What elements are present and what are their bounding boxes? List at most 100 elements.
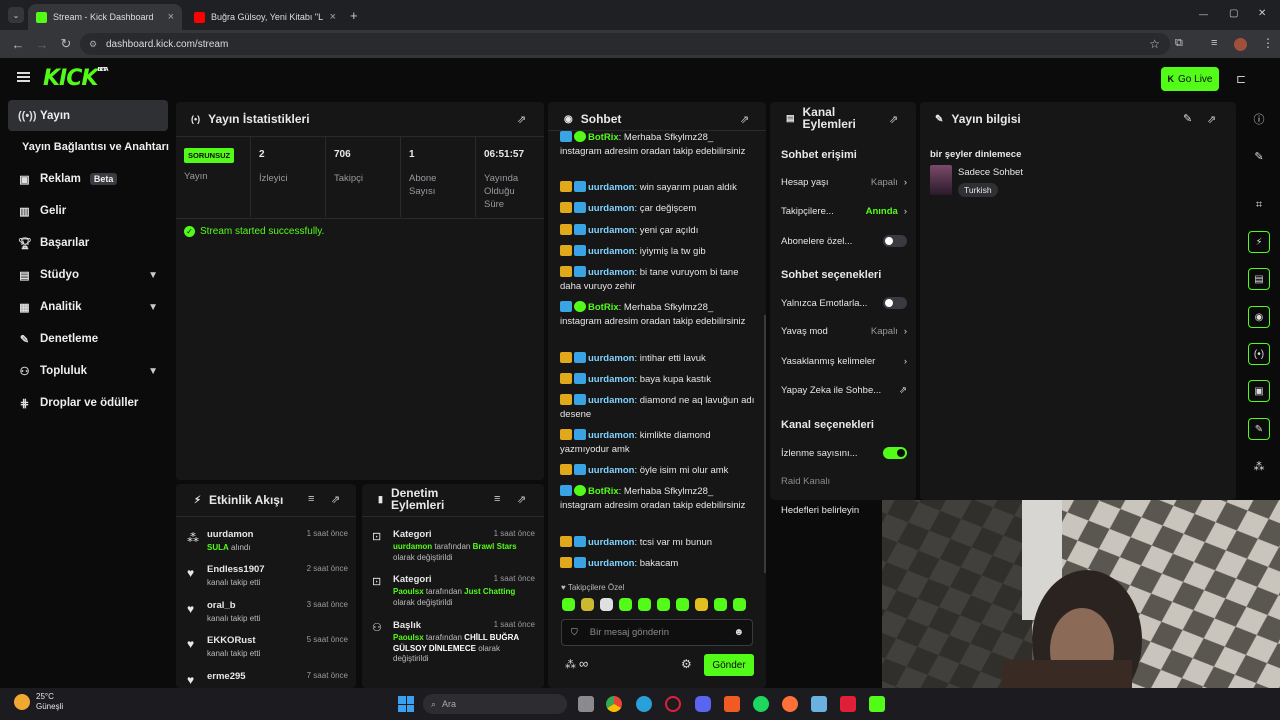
sidebar-item-denetleme[interactable]: ✎ Denetleme bbox=[8, 324, 168, 354]
emotes-only-option[interactable]: Yalnızca Emotlarla... bbox=[781, 297, 907, 309]
emoji-icon[interactable]: ☻ bbox=[733, 627, 744, 638]
popout-icon[interactable]: ⇗ bbox=[331, 493, 340, 506]
app-icon[interactable] bbox=[840, 696, 856, 712]
minimize-button[interactable]: — bbox=[1199, 9, 1208, 19]
app-icon[interactable] bbox=[869, 696, 885, 712]
user-menu-icon[interactable]: ⊏ bbox=[1236, 72, 1246, 86]
close-tab-icon[interactable]: × bbox=[330, 11, 336, 23]
drops-icon[interactable]: ⁂ bbox=[565, 658, 576, 671]
subscribers-only-option[interactable]: Abonelere özel... bbox=[781, 235, 907, 247]
chat-username[interactable]: uurdamon bbox=[588, 225, 634, 236]
chat-username[interactable]: uurdamon bbox=[588, 182, 634, 193]
chat-username[interactable]: BotRix bbox=[588, 132, 619, 143]
forward-icon[interactable]: → bbox=[30, 37, 54, 52]
bookmark-star-icon[interactable]: ☆ bbox=[1149, 37, 1160, 51]
layout-icon[interactable]: ▣ bbox=[1248, 380, 1270, 402]
emote-icon[interactable] bbox=[695, 598, 708, 611]
popout-icon[interactable]: ⇗ bbox=[517, 493, 526, 506]
emote-icon[interactable] bbox=[638, 598, 651, 611]
chat-username[interactable]: uurdamon bbox=[588, 374, 634, 385]
site-info-icon[interactable]: ⚙ bbox=[89, 39, 97, 50]
discord-icon[interactable] bbox=[695, 696, 711, 712]
reload-icon[interactable]: ↻ bbox=[54, 36, 78, 52]
info-icon[interactable]: ⓘ bbox=[1248, 108, 1270, 130]
back-icon[interactable]: ← bbox=[6, 37, 30, 52]
filter-icon[interactable]: ≡ bbox=[308, 493, 314, 505]
taskbar-search[interactable]: ⌕ Ara bbox=[423, 694, 567, 714]
browser-tab-youtube[interactable]: Buğra Gülsoy, Yeni Kitabı "Luna × bbox=[186, 4, 344, 30]
send-button[interactable]: Gönder bbox=[704, 654, 754, 676]
tab-list-button[interactable]: ⌄ bbox=[8, 7, 24, 23]
document-icon[interactable]: ▤ bbox=[1248, 268, 1270, 290]
account-age-option[interactable]: Hesap yaşı Kapalı › bbox=[781, 177, 907, 188]
sidebar-item-analitik[interactable]: ▦ Analitik ▼ bbox=[8, 292, 168, 322]
chat-scrollbar[interactable] bbox=[764, 315, 766, 573]
chat-username[interactable]: uurdamon bbox=[588, 558, 634, 569]
emote-icon[interactable] bbox=[562, 598, 575, 611]
emote-icon[interactable] bbox=[733, 598, 746, 611]
filter-icon[interactable]: ≡ bbox=[494, 493, 500, 505]
chat-username[interactable]: uurdamon bbox=[588, 203, 634, 214]
popout-icon[interactable]: ⇗ bbox=[740, 113, 749, 126]
subscribers-only-toggle[interactable] bbox=[883, 235, 907, 247]
sidebar-item-gelir[interactable]: ▥ Gelir bbox=[8, 196, 168, 226]
sidebar-item-topluluk[interactable]: ⚇ Topluluk ▼ bbox=[8, 356, 168, 386]
chat-username[interactable]: uurdamon bbox=[588, 395, 634, 406]
kick-logo[interactable]: KICKBETA bbox=[43, 66, 109, 91]
chat-username[interactable]: BotRix bbox=[588, 486, 619, 497]
media-icon[interactable]: ≡ bbox=[1211, 37, 1217, 49]
brave-icon[interactable] bbox=[724, 696, 740, 712]
emote-icon[interactable] bbox=[657, 598, 670, 611]
task-view-icon[interactable] bbox=[578, 696, 594, 712]
chat-settings-icon[interactable]: ⚙ bbox=[681, 657, 692, 671]
chat-username[interactable]: uurdamon bbox=[588, 537, 634, 548]
broadcast-icon[interactable]: (•) bbox=[1248, 343, 1270, 365]
extensions-icon[interactable]: ⧉ bbox=[1175, 37, 1183, 50]
url-field[interactable]: ⚙ dashboard.kick.com/stream ☆ bbox=[80, 33, 1170, 55]
chat-username[interactable]: uurdamon bbox=[588, 267, 634, 278]
close-window-button[interactable]: ✕ bbox=[1258, 8, 1266, 19]
chat-bubble-icon[interactable]: ◉ bbox=[1248, 306, 1270, 328]
chat-username[interactable]: uurdamon bbox=[588, 353, 634, 364]
emote-icon[interactable] bbox=[600, 598, 613, 611]
edge-icon[interactable] bbox=[636, 696, 652, 712]
crop-icon[interactable]: ⌗ bbox=[1248, 194, 1270, 216]
emote-icon[interactable] bbox=[581, 598, 594, 611]
chat-input[interactable]: ⛉ Bir mesaj gönderin ☻ bbox=[561, 619, 753, 646]
lightning-icon[interactable]: ⚡︎ bbox=[1248, 231, 1270, 253]
spotify-icon[interactable] bbox=[753, 696, 769, 712]
popout-icon[interactable]: ⇗ bbox=[1207, 113, 1216, 126]
hamburger-menu-icon[interactable] bbox=[17, 72, 30, 82]
firefox-icon[interactable] bbox=[782, 696, 798, 712]
sidebar-item-droplar[interactable]: ⋕ Droplar ve ödüller bbox=[8, 388, 168, 418]
sidebar-item-stream-key[interactable]: Yayın Bağlantısı ve Anahtarı bbox=[20, 132, 175, 162]
raid-channel-option[interactable]: Raid Kanalı bbox=[781, 476, 907, 487]
sidebar-item-basarilar[interactable]: 🏆︎ Başarılar bbox=[8, 228, 168, 258]
popout-icon[interactable]: ⇗ bbox=[517, 113, 526, 126]
drops-icon[interactable]: ⁂ bbox=[1248, 455, 1270, 477]
emote-icon[interactable] bbox=[619, 598, 632, 611]
popout-icon[interactable]: ⇗ bbox=[889, 113, 898, 126]
profile-avatar[interactable] bbox=[1234, 38, 1247, 51]
emotes-only-toggle[interactable] bbox=[883, 297, 907, 309]
browser-tab-kick[interactable]: Stream - Kick Dashboard × bbox=[28, 4, 182, 30]
viewer-count-option[interactable]: İzlenme sayısını... bbox=[781, 447, 907, 459]
sidebar-item-yayin[interactable]: ((•)) Yayın bbox=[8, 100, 168, 131]
sidebar-item-reklam[interactable]: ▣ Reklam Beta bbox=[8, 164, 168, 194]
start-button[interactable] bbox=[398, 696, 414, 712]
ai-chat-option[interactable]: Yapay Zeka ile Sohbe... ⇗ bbox=[781, 385, 907, 396]
weather-widget[interactable]: 25°C Güneşli bbox=[14, 692, 63, 712]
app-icon[interactable] bbox=[811, 696, 827, 712]
wrench-icon[interactable]: ✎ bbox=[1248, 418, 1270, 440]
menu-dots-icon[interactable]: ⋮ bbox=[1262, 36, 1274, 50]
banned-words-option[interactable]: Yasaklanmış kelimeler › bbox=[781, 356, 907, 367]
edit-pencil-icon[interactable]: ✎ bbox=[1183, 112, 1192, 125]
chat-username[interactable]: BotRix bbox=[588, 302, 619, 313]
maximize-button[interactable]: ▢ bbox=[1229, 8, 1238, 19]
emote-icon[interactable] bbox=[676, 598, 689, 611]
chat-username[interactable]: uurdamon bbox=[588, 246, 634, 257]
opera-icon[interactable] bbox=[665, 696, 681, 712]
edit-pencil-icon[interactable]: ✎ bbox=[1248, 145, 1270, 167]
close-tab-icon[interactable]: × bbox=[168, 11, 174, 23]
new-tab-button[interactable]: + bbox=[350, 8, 358, 23]
